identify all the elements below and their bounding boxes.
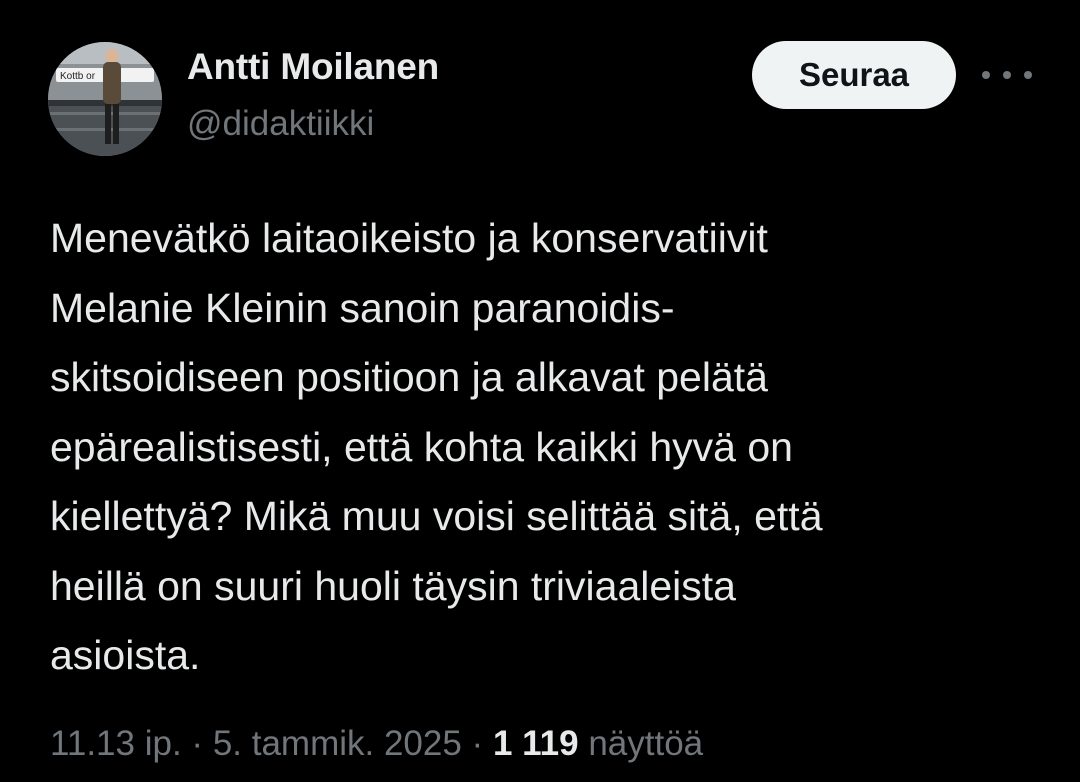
meta-separator: · [191,724,204,763]
more-options-button[interactable] [982,60,1032,90]
tweet-time[interactable]: 11.13 ip. [50,724,182,763]
views-count[interactable]: 1 119 [493,724,579,763]
tweet-text: Menevätkö laitaoikeisto ja konservatiivi… [50,204,1050,691]
tweet-text-line: epärealistisesti, että kohta kaikki hyvä… [50,423,793,470]
meta-separator: · [471,724,484,763]
tweet-text-line: kiellettyä? Mikä muu voisi selittää sitä… [50,493,823,539]
tweet-text-line: skitsoidiseen positioon ja alkavat pelät… [50,354,768,400]
tweet-text-line: asioista. [50,632,201,678]
author-name[interactable]: Antti Moilanen [187,46,439,88]
tweet-text-line: Menevätkö laitaoikeisto ja konservatiivi… [50,215,768,261]
avatar-sign-text: Kottb or [60,71,96,82]
more-horizontal-icon-dot [982,71,990,79]
more-horizontal-icon-dot [1003,71,1011,79]
avatar-image: Kottb or [48,42,162,156]
tweet-text-line: Melanie Kleinin sanoin paranoidis- [50,284,675,331]
tweet-date[interactable]: 5. tammik. 2025 [213,724,462,763]
author-handle[interactable]: @didaktiikki [187,104,374,144]
tweet-meta: 11.13 ip. · 5. tammik. 2025 · 1 119 näyt… [50,724,703,764]
views-label: näyttöä [588,724,704,763]
tweet-text-line: heillä on suuri huoli täysin triviaaleis… [50,562,736,609]
avatar[interactable]: Kottb or [48,42,162,156]
more-horizontal-icon-dot [1024,71,1032,79]
tweet: Kottb or Antti Moilanen @didaktiikki Seu… [0,0,1080,782]
follow-button[interactable]: Seuraa [752,41,956,109]
